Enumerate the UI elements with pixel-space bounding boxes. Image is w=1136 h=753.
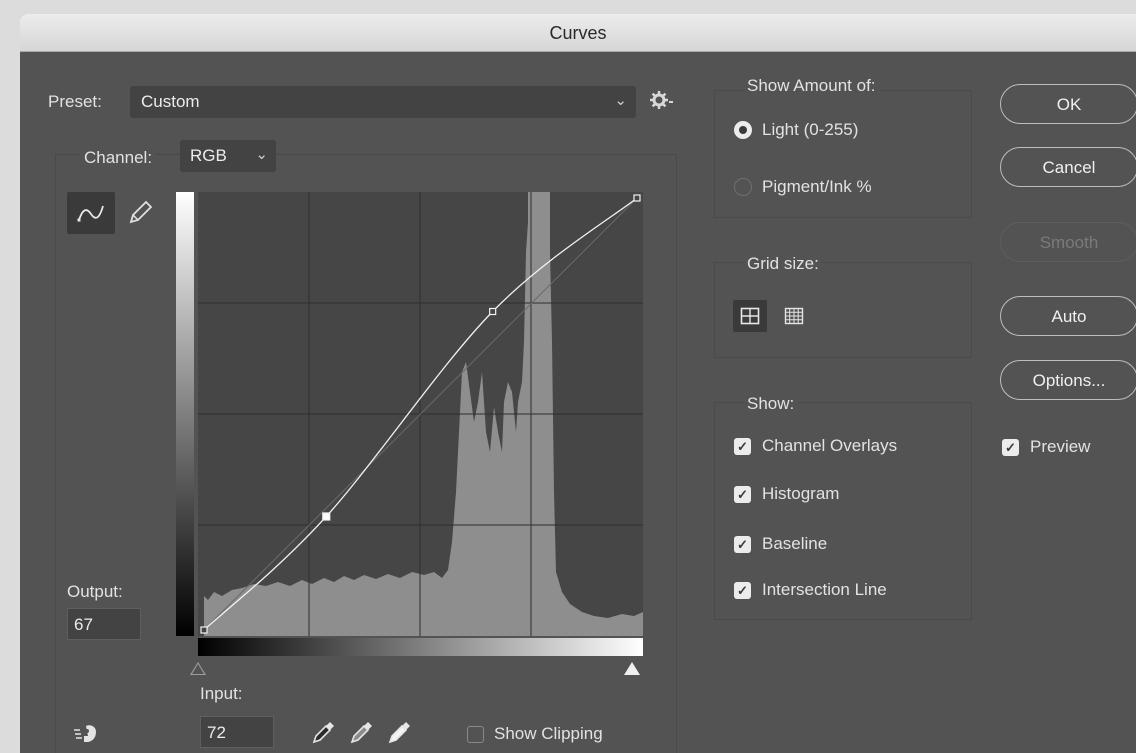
channel-dropdown[interactable]: RGB ⌄ xyxy=(180,140,276,172)
show-clipping-label: Show Clipping xyxy=(494,724,603,743)
baseline-label: Baseline xyxy=(762,534,828,553)
histogram-checkbox[interactable]: ✓ xyxy=(734,486,751,503)
curve-control-point[interactable] xyxy=(633,194,641,202)
pigment-radio-label: Pigment/Ink % xyxy=(762,177,872,196)
pencil-icon xyxy=(129,200,153,224)
show-title: Show: xyxy=(743,394,799,414)
gear-icon[interactable] xyxy=(648,88,674,114)
preset-dropdown[interactable]: Custom ⌄ xyxy=(130,86,636,118)
channel-overlays-checkbox[interactable]: ✓ xyxy=(734,438,751,455)
pencil-tool-button[interactable] xyxy=(122,196,158,230)
cancel-button-label: Cancel xyxy=(1042,158,1096,177)
light-radio-label: Light (0-255) xyxy=(762,120,859,139)
input-label: Input: xyxy=(200,684,243,703)
preset-value: Custom xyxy=(141,92,200,111)
show-amount-panel xyxy=(714,90,972,218)
white-eyedropper-icon[interactable] xyxy=(384,716,414,748)
pigment-radio[interactable] xyxy=(734,178,752,196)
preview-label: Preview xyxy=(1030,437,1091,456)
title-bar: Curves xyxy=(20,14,1136,52)
input-value: 72 xyxy=(207,723,226,742)
curves-graph[interactable] xyxy=(198,192,643,636)
options-button-label: Options... xyxy=(1032,371,1106,390)
simple-grid-icon xyxy=(740,307,760,325)
channel-overlays-label: Channel Overlays xyxy=(762,436,898,455)
chevron-down-icon: ⌄ xyxy=(614,92,627,109)
curves-dialog: Curves Preset: Custom ⌄ Channel: RGB ⌄ O… xyxy=(20,14,1136,753)
black-input-slider[interactable] xyxy=(190,662,206,675)
show-clipping-checkbox[interactable] xyxy=(467,726,484,743)
simple-grid-button[interactable] xyxy=(733,300,767,332)
input-field[interactable]: 72 xyxy=(200,716,274,748)
curve-control-point[interactable] xyxy=(200,626,208,634)
intersection-line-checkbox[interactable]: ✓ xyxy=(734,582,751,599)
white-input-slider[interactable] xyxy=(624,662,640,675)
smooth-button[interactable]: Smooth xyxy=(1000,222,1136,262)
chevron-down-icon: ⌄ xyxy=(255,146,268,163)
histogram-label: Histogram xyxy=(762,484,840,503)
preview-checkbox[interactable]: ✓ xyxy=(1002,439,1019,456)
window-title: Curves xyxy=(549,23,607,43)
baseline-checkbox[interactable]: ✓ xyxy=(734,536,751,553)
preset-label: Preset: xyxy=(48,92,102,111)
output-gradient-bar xyxy=(176,192,194,636)
channel-value: RGB xyxy=(190,146,227,165)
output-label: Output: xyxy=(67,582,123,601)
options-button[interactable]: Options... xyxy=(1000,360,1136,400)
curve-tool-button[interactable] xyxy=(67,192,115,234)
auto-button-label: Auto xyxy=(1051,307,1087,326)
curve-control-point[interactable] xyxy=(489,307,497,316)
smooth-button-label: Smooth xyxy=(1039,233,1099,252)
ok-button-label: OK xyxy=(1056,95,1082,114)
gray-eyedropper-icon[interactable] xyxy=(346,716,376,748)
detailed-grid-icon xyxy=(784,307,804,325)
output-field[interactable]: 67 xyxy=(67,608,141,640)
intersection-line-label: Intersection Line xyxy=(762,580,887,599)
curve-icon xyxy=(77,205,104,222)
black-eyedropper-icon[interactable] xyxy=(308,716,338,748)
ok-button[interactable]: OK xyxy=(1000,84,1136,124)
auto-button[interactable]: Auto xyxy=(1000,296,1136,336)
on-image-adjust-icon[interactable] xyxy=(72,720,106,748)
output-value: 67 xyxy=(74,615,93,634)
light-radio[interactable] xyxy=(734,121,752,139)
curve-control-point[interactable] xyxy=(322,512,331,521)
channel-label: Channel: xyxy=(80,148,157,168)
show-amount-title: Show Amount of: xyxy=(743,76,880,96)
grid-size-title: Grid size: xyxy=(743,254,823,274)
detailed-grid-button[interactable] xyxy=(777,300,811,332)
cancel-button[interactable]: Cancel xyxy=(1000,147,1136,187)
input-gradient-bar xyxy=(198,638,643,656)
